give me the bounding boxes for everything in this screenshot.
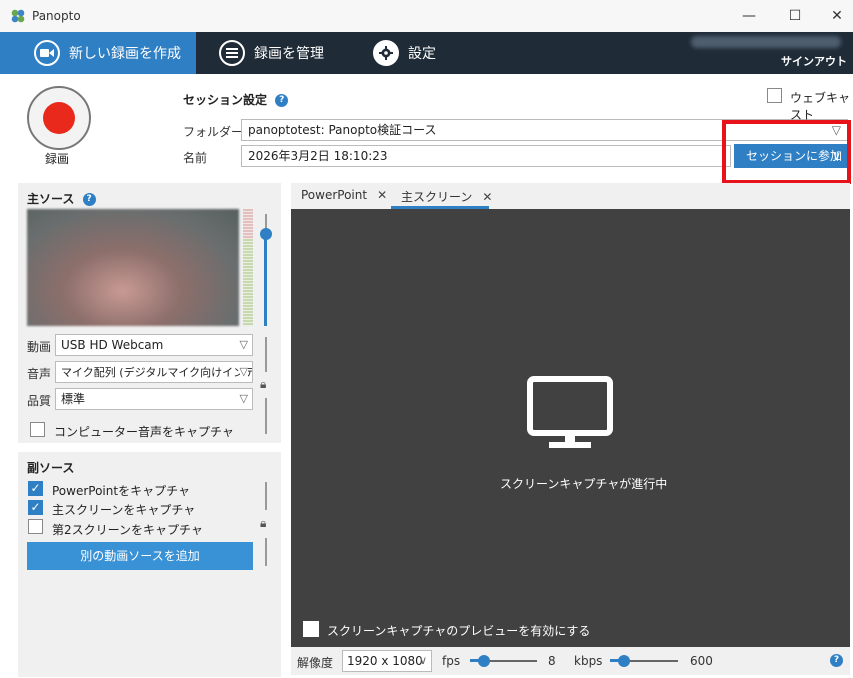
close-button[interactable]: ✕ <box>820 4 853 28</box>
folder-label: フォルダー <box>183 125 244 139</box>
fps-label: fps <box>442 654 461 668</box>
capture-status: スクリーンキャプチャが進行中 <box>500 477 668 491</box>
tab-label: 主スクリーン <box>401 190 473 204</box>
panopto-logo-icon <box>11 9 25 23</box>
help-icon[interactable]: ? <box>830 654 843 667</box>
volume-slider-knob[interactable] <box>260 228 272 240</box>
signout-link[interactable]: サインアウト <box>781 53 847 69</box>
audio-peak-zone <box>243 209 253 239</box>
video-source-select[interactable]: USB HD Webcam ▽ <box>55 334 253 356</box>
second-screen-capture-checkbox[interactable] <box>28 519 43 534</box>
audio-source-select[interactable]: マイク配列 (デジタルマイク向けインテ ▽ <box>55 361 253 383</box>
record-button[interactable] <box>27 86 91 150</box>
maximize-button[interactable]: ☐ <box>778 4 812 28</box>
audio-level-meter <box>243 209 253 326</box>
primary-source-title: 主ソース ? <box>27 190 96 207</box>
tab-manage-recordings[interactable]: 録画を管理 <box>219 32 324 74</box>
video-label: 動画 <box>27 340 52 354</box>
resolution-select[interactable]: 1920 x 1080 ∨ <box>342 650 432 672</box>
quality-value: 標準 <box>61 392 86 406</box>
tab-main-screen[interactable]: 主スクリーン ✕ <box>401 188 492 205</box>
tab-label: PowerPoint <box>301 188 368 202</box>
chevron-down-icon: ▽ <box>239 338 248 351</box>
computer-audio-label: コンピューター音声をキャプチャ <box>54 425 234 439</box>
webcam-preview <box>27 209 239 326</box>
enable-preview-checkbox[interactable] <box>303 621 319 637</box>
help-icon[interactable]: ? <box>275 94 289 107</box>
lock-icon[interactable]: 🔒︎ <box>260 516 266 531</box>
quality-divider <box>265 398 267 434</box>
monitor-icon <box>527 376 613 448</box>
secondary-divider <box>265 538 267 566</box>
folder-value: panoptotest: Panopto検証コース <box>248 123 437 137</box>
highlight-box <box>722 120 851 184</box>
kbps-label: kbps <box>574 654 603 668</box>
kbps-value: 600 <box>690 654 713 668</box>
name-value: 2026年3月2日 18:10:23 <box>248 149 388 163</box>
chevron-down-icon: ▽ <box>239 392 248 405</box>
fps-slider-knob[interactable] <box>478 655 490 667</box>
kbps-slider-knob[interactable] <box>618 655 630 667</box>
name-label: 名前 <box>183 151 208 165</box>
lock-icon[interactable]: 🔒︎ <box>260 377 266 392</box>
tab-label: 新しい録画を作成 <box>69 46 181 62</box>
volume-slider-fill <box>264 236 267 326</box>
tab-label: 録画を管理 <box>254 46 324 62</box>
second-screen-capture-label: 第2スクリーンをキャプチャ <box>52 523 203 537</box>
resolution-label: 解像度 <box>297 656 334 670</box>
add-video-source-button[interactable]: 別の動画ソースを追加 <box>27 542 253 570</box>
list-icon <box>219 40 245 66</box>
chevron-down-icon: ▽ <box>239 362 248 382</box>
webcast-label: ウェブキャスト <box>790 91 851 122</box>
video-camera-icon <box>34 40 60 66</box>
user-email-redacted <box>691 36 841 48</box>
name-input[interactable]: 2026年3月2日 18:10:23 <box>241 145 731 167</box>
audio-source-value: マイク配列 (デジタルマイク向けインテ <box>61 366 253 379</box>
tab-settings[interactable]: 設定 <box>373 32 436 74</box>
tab-powerpoint[interactable]: PowerPoint ✕ <box>301 188 387 202</box>
session-settings-label: セッション設定 <box>183 93 268 107</box>
webcast-checkbox[interactable] <box>767 88 782 103</box>
tab-create-recording[interactable]: 新しい録画を作成 <box>0 32 196 74</box>
minimize-button[interactable]: — <box>732 4 766 28</box>
powerpoint-capture-label: PowerPointをキャプチャ <box>52 484 190 498</box>
session-settings-title: セッション設定 ? <box>183 91 289 108</box>
gear-icon <box>373 40 399 66</box>
tab-label: 設定 <box>408 46 436 62</box>
audio-label: 音声 <box>27 367 52 381</box>
nav-bar: 新しい録画を作成 録画を管理 設定 サインアウト <box>0 32 853 74</box>
secondary-divider <box>265 482 267 510</box>
enable-preview-label: スクリーンキャプチャのプレビューを有効にする <box>327 624 591 638</box>
close-icon[interactable]: ✕ <box>482 190 492 204</box>
resolution-value: 1920 x 1080 <box>347 654 423 668</box>
main-screen-capture-checkbox[interactable]: ✓ <box>28 500 43 515</box>
main-screen-capture-label: 主スクリーンをキャプチャ <box>52 503 196 517</box>
quality-divider <box>265 337 267 372</box>
quality-select[interactable]: 標準 ▽ <box>55 388 253 410</box>
primary-source-label: 主ソース <box>27 192 75 206</box>
chevron-down-icon: ∨ <box>418 654 427 667</box>
fps-value: 8 <box>548 654 556 668</box>
powerpoint-capture-checkbox[interactable]: ✓ <box>28 481 43 496</box>
window-title: Panopto <box>32 9 81 23</box>
help-icon[interactable]: ? <box>82 193 96 206</box>
computer-audio-checkbox[interactable] <box>30 422 45 437</box>
secondary-source-title: 副ソース <box>27 461 75 475</box>
quality-label: 品質 <box>27 394 52 408</box>
close-icon[interactable]: ✕ <box>377 188 387 202</box>
record-label: 録画 <box>45 152 70 166</box>
video-source-value: USB HD Webcam <box>61 338 164 352</box>
title-bar: Panopto — ☐ ✕ <box>0 0 853 32</box>
record-dot-icon <box>43 102 75 134</box>
